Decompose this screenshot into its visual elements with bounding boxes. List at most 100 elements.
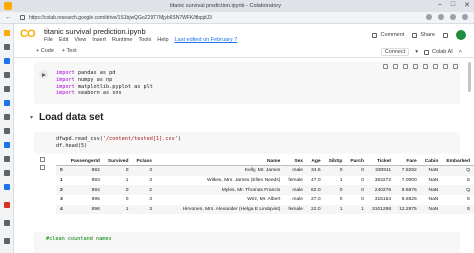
collapse-chevron-icon[interactable]: ˄: [459, 49, 462, 55]
code-line: import pandas as pd: [56, 70, 116, 76]
colab-header: CO titanic survival prediction.ipynb Fil…: [14, 24, 474, 46]
menu-icon[interactable]: [462, 14, 468, 20]
menu-edit[interactable]: Edit: [59, 37, 68, 43]
table-cell: 3: [132, 204, 157, 215]
table-cell: 3: [149, 197, 153, 203]
app-icon[interactable]: [4, 184, 10, 190]
table-cell: Kelly, Mr. James: [156, 165, 285, 176]
connect-button[interactable]: Connect: [380, 48, 410, 56]
app-icon[interactable]: [4, 114, 10, 120]
code-imports[interactable]: import pandas as pd import numpy as np imp…: [56, 70, 153, 97]
table-cell: 3: [149, 178, 153, 184]
bookmark-icon[interactable]: [438, 14, 444, 20]
clear-output-icon[interactable]: [40, 157, 45, 162]
profile-icon[interactable]: [450, 14, 456, 20]
menu-runtime[interactable]: Runtime: [112, 37, 132, 43]
move-up-icon[interactable]: [383, 64, 388, 69]
collapse-section-chevron-icon[interactable]: ▾: [30, 114, 33, 121]
column-header: Pclass: [132, 157, 157, 167]
table-row: 1 893 1 3 Wilkes, Mrs. James (Ellen Need…: [56, 176, 474, 186]
app-icon[interactable]: [4, 30, 10, 36]
settings-gear-icon[interactable]: [443, 32, 448, 38]
scrollbar[interactable]: [468, 62, 471, 92]
table-cell: 0: [324, 165, 347, 176]
mirror-icon[interactable]: [433, 64, 438, 69]
connect-dropdown-chevron-icon[interactable]: ▾: [415, 49, 418, 55]
table-cell: 2: [132, 185, 157, 195]
settings-icon[interactable]: [423, 64, 428, 69]
notebook-title[interactable]: titanic survival prediction.ipynb: [44, 27, 146, 36]
comment-icon[interactable]: [413, 64, 418, 69]
move-down-icon[interactable]: [393, 64, 398, 69]
output-actions: [40, 157, 45, 170]
code-comment-line[interactable]: #clean countand names: [46, 236, 112, 243]
back-arrow-icon[interactable]: ←: [5, 14, 12, 21]
table-cell: NaN: [428, 178, 439, 184]
app-icon[interactable]: [4, 170, 10, 176]
column-header: Embarked: [442, 157, 474, 167]
code-line: import matplotlib.pyplot as plt: [56, 83, 153, 90]
code-cell-clean[interactable]: #clean countand names: [34, 232, 460, 253]
table-cell: 3: [132, 165, 157, 176]
row-index: 1: [60, 178, 63, 184]
app-icon[interactable]: [4, 202, 10, 208]
menu-bar: File Edit View Insert Runtime Tools Help…: [44, 37, 237, 43]
app-icon[interactable]: [4, 220, 10, 226]
app-icon[interactable]: [4, 44, 10, 50]
notebook-toolbar: + Code + Text Connect ▾ Colab AI ˄: [14, 46, 474, 58]
more-icon[interactable]: [453, 64, 458, 69]
menu-view[interactable]: View: [74, 37, 86, 43]
comment-button[interactable]: Comment: [372, 32, 404, 38]
link-icon[interactable]: [403, 64, 408, 69]
app-icon[interactable]: [4, 128, 10, 134]
table-row: 3 895 0 3 Wirz, Mr. Albert male 27.0 0 0…: [56, 195, 474, 205]
table-view-icon[interactable]: [40, 165, 45, 170]
table-cell: male: [284, 185, 308, 195]
share-button[interactable]: Share: [412, 32, 435, 38]
app-icon[interactable]: [4, 86, 10, 92]
code-cell-read[interactable]: dfwpd.read_csv('/content/tested[1].csv')…: [34, 132, 460, 154]
row-index: 2: [56, 185, 67, 195]
column-header: Survived: [103, 157, 133, 167]
table-cell: 0: [361, 178, 365, 184]
table-cell: Wirz, Mr. Albert: [247, 197, 281, 203]
code-read[interactable]: dfwpd.read_csv('/content/tested[1].csv')…: [56, 136, 181, 150]
code-line: df.head(5): [56, 142, 88, 149]
add-code-button[interactable]: + Code: [36, 48, 54, 54]
avatar[interactable]: [456, 30, 466, 40]
last-edited-link[interactable]: Last edited on February 7: [175, 37, 238, 43]
menu-insert[interactable]: Insert: [92, 37, 106, 43]
row-index: 4: [56, 204, 67, 215]
app-icon[interactable]: [4, 100, 10, 106]
table-cell: 1: [103, 204, 133, 215]
table-cell: 9.6875: [395, 185, 421, 195]
add-text-button[interactable]: + Text: [62, 48, 77, 54]
close-icon[interactable]: ✕: [464, 1, 470, 9]
table-cell: 315154: [374, 197, 392, 203]
colab-logo[interactable]: CO: [20, 28, 35, 40]
maximize-icon[interactable]: □: [451, 1, 455, 9]
app-icon[interactable]: [4, 156, 10, 162]
menu-tools[interactable]: Tools: [138, 37, 151, 43]
app-icon[interactable]: [4, 58, 10, 64]
app-icon[interactable]: [4, 72, 10, 78]
table-cell: NaN: [420, 204, 443, 215]
menu-help[interactable]: Help: [157, 37, 168, 43]
table-cell: 3101298: [368, 204, 396, 215]
colab-ai-button[interactable]: Colab AI: [423, 49, 453, 55]
delete-icon[interactable]: [443, 64, 448, 69]
share-label: Share: [420, 32, 435, 38]
app-icon[interactable]: [4, 142, 10, 148]
minimize-icon[interactable]: –: [438, 1, 442, 9]
extensions-icon[interactable]: [426, 14, 432, 20]
colab-ai-label: Colab AI: [431, 49, 453, 55]
table-cell: 0: [324, 185, 347, 195]
table-cell: 893: [91, 178, 100, 184]
menu-file[interactable]: File: [44, 37, 53, 43]
column-header: Ticket: [368, 157, 396, 167]
app-icon[interactable]: [4, 238, 10, 244]
run-cell-button[interactable]: [39, 70, 48, 79]
table-cell: 240276: [368, 185, 396, 195]
table-cell: 34.5: [307, 165, 325, 176]
url-field[interactable]: https://colab.research.google.com/drive/…: [29, 15, 212, 21]
